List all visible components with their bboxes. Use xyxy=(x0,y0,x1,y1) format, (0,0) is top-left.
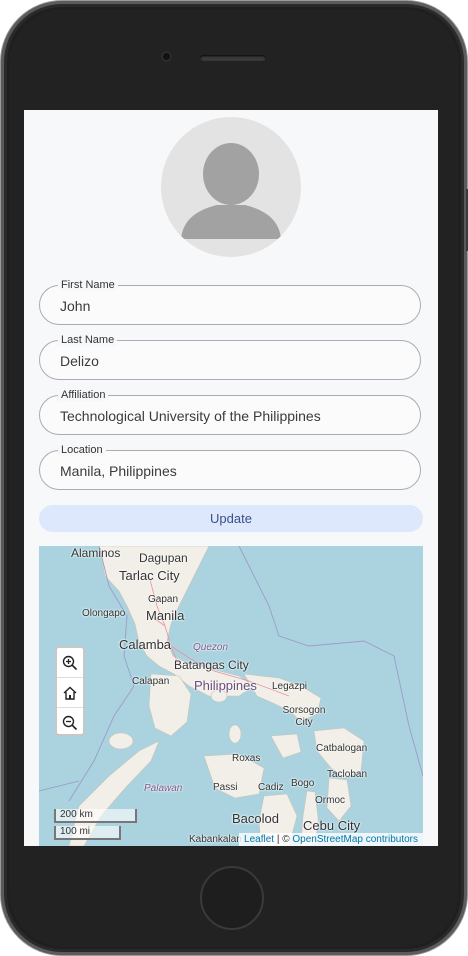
profile-screen: First Name John Last Name Delizo Affilia… xyxy=(24,110,438,846)
first-name-value[interactable]: John xyxy=(60,298,90,314)
map-label: Ormoc xyxy=(315,795,345,806)
last-name-field[interactable]: Last Name Delizo xyxy=(39,334,421,380)
affiliation-value[interactable]: Technological University of the Philippi… xyxy=(60,408,321,424)
zoom-out-icon xyxy=(62,715,78,730)
first-name-label: First Name xyxy=(58,279,118,291)
affiliation-label: Affiliation xyxy=(58,389,109,401)
last-name-label: Last Name xyxy=(58,334,118,346)
map-attribution: Leaflet | © OpenStreetMap contributors xyxy=(239,833,423,846)
location-label: Location xyxy=(58,444,106,456)
location-map[interactable]: Alaminos Dagupan Tarlac City Gapan Olong… xyxy=(39,546,423,846)
map-home-button[interactable] xyxy=(57,678,83,708)
map-label: Passi xyxy=(213,782,238,793)
map-scale-mi: 100 mi xyxy=(54,826,121,840)
map-tiles xyxy=(39,546,423,846)
map-label: Quezon xyxy=(193,642,229,653)
map-label: Bacolod xyxy=(232,811,279,826)
map-label: Olongapo xyxy=(82,608,126,619)
map-label: Gapan xyxy=(148,594,179,605)
affiliation-field[interactable]: Affiliation Technological University of … xyxy=(39,389,421,435)
map-label: Alaminos xyxy=(71,546,121,560)
last-name-value[interactable]: Delizo xyxy=(60,353,99,369)
attribution-separator: | © xyxy=(274,834,293,845)
home-hardware-button[interactable] xyxy=(200,866,264,930)
map-label: Kabankalan xyxy=(189,834,242,845)
map-label: Cebu City xyxy=(303,818,361,833)
map-label: Tarlac City xyxy=(119,568,180,583)
map-zoom-control xyxy=(55,646,85,736)
earpiece-speaker xyxy=(200,55,266,61)
update-button[interactable]: Update xyxy=(39,505,423,532)
map-label: Calamba xyxy=(119,637,172,652)
location-field[interactable]: Location Manila, Philippines xyxy=(39,444,421,490)
map-label: Bogo xyxy=(291,778,315,789)
zoom-in-button[interactable] xyxy=(57,648,83,678)
map-label: Tacloban xyxy=(327,769,368,780)
home-icon xyxy=(63,686,77,700)
front-camera xyxy=(161,51,172,62)
map-label: Catbalogan xyxy=(316,743,368,754)
zoom-out-button[interactable] xyxy=(57,708,83,737)
leaflet-link[interactable]: Leaflet xyxy=(244,834,274,845)
map-label: Philippines xyxy=(194,678,257,693)
first-name-field[interactable]: First Name John xyxy=(39,279,421,325)
map-label: Palawan xyxy=(144,783,183,794)
location-value[interactable]: Manila, Philippines xyxy=(60,463,177,479)
zoom-in-icon xyxy=(62,655,78,670)
map-label: Cadiz xyxy=(258,782,284,793)
avatar[interactable] xyxy=(161,117,301,257)
map-label: Batangas City xyxy=(174,658,249,672)
map-label: Legazpi xyxy=(272,681,308,692)
map-scale-km: 200 km xyxy=(54,809,137,823)
map-label: Calapan xyxy=(132,676,170,687)
map-label: Roxas xyxy=(232,753,261,764)
map-label: Dagupan xyxy=(139,551,188,565)
phone-frame: First Name John Last Name Delizo Affilia… xyxy=(0,0,468,956)
map-label: Manila xyxy=(146,608,185,623)
map-label: Sorsogon City xyxy=(282,705,326,728)
user-silhouette-icon xyxy=(181,143,281,239)
osm-link[interactable]: OpenStreetMap contributors xyxy=(292,834,418,845)
